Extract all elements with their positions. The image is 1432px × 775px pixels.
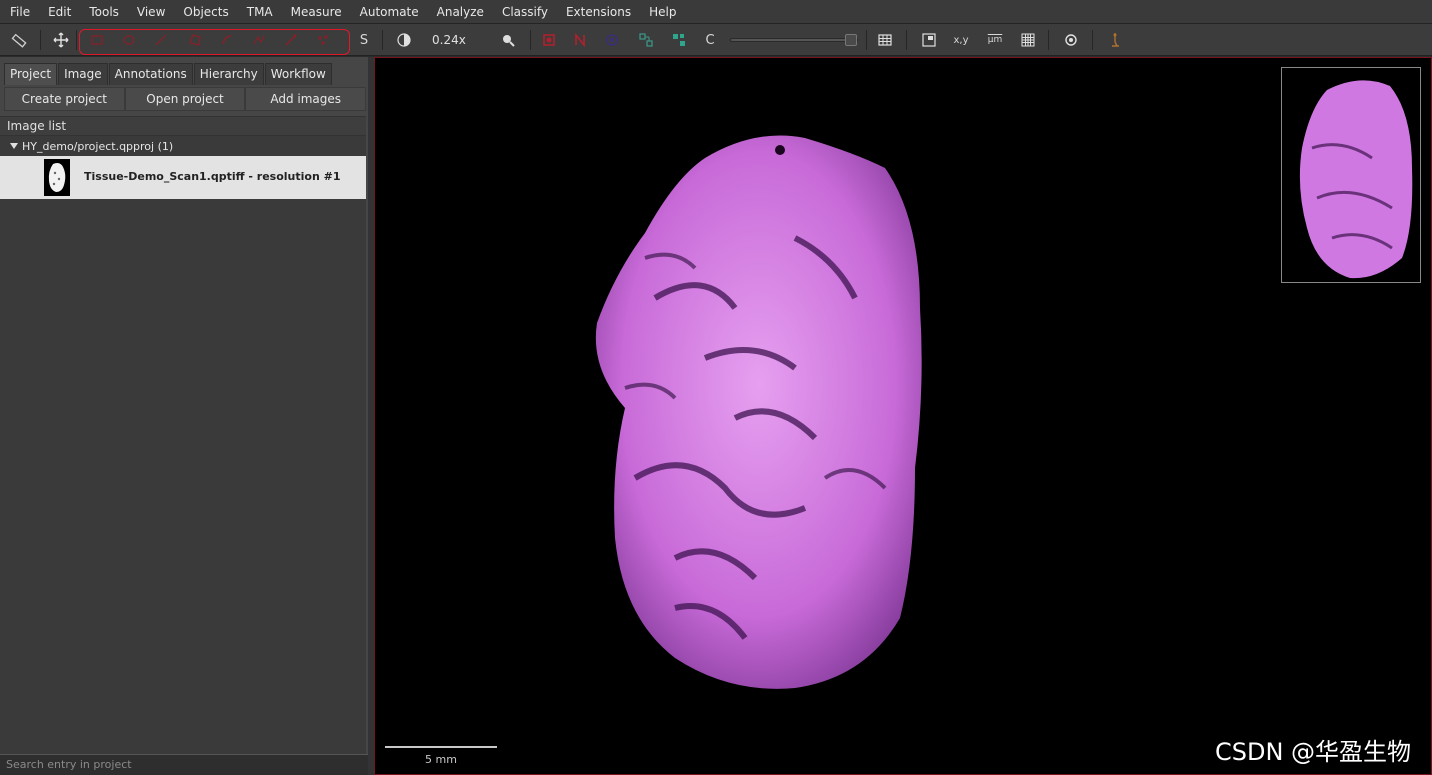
expand-triangle-icon[interactable] bbox=[10, 143, 18, 149]
create-project-button[interactable]: Create project bbox=[4, 87, 125, 111]
rectangle-tool-button[interactable] bbox=[86, 28, 108, 52]
scale-bar bbox=[385, 746, 497, 748]
watermark: CSDN @华盈生物 bbox=[1215, 738, 1412, 766]
tma-icon bbox=[606, 34, 618, 46]
image-list[interactable]: HY_demo/project.qpproj (1) Tissue-Demo_S… bbox=[0, 136, 366, 754]
image-entry-name: Tissue-Demo_Scan1.qptiff - resolution #1 bbox=[84, 170, 341, 183]
menu-file[interactable]: File bbox=[0, 0, 38, 24]
brush-tool-button[interactable] bbox=[216, 28, 238, 52]
project-search-field[interactable]: Search entry in project bbox=[0, 754, 368, 775]
fill-detections-icon bbox=[673, 34, 685, 46]
measure-tool-button[interactable] bbox=[8, 28, 30, 52]
magnifier-icon bbox=[503, 35, 515, 47]
tab-hierarchy[interactable]: Hierarchy bbox=[193, 63, 264, 85]
toolbar: S 0.24x C x,y µm bbox=[0, 24, 1432, 56]
contrast-icon bbox=[397, 33, 411, 47]
polyline-tool-button[interactable] bbox=[248, 28, 270, 52]
ellipse-tool-button[interactable] bbox=[118, 28, 140, 52]
menu-help[interactable]: Help bbox=[639, 0, 684, 24]
microscope-icon bbox=[1112, 33, 1119, 47]
menu-objects[interactable]: Objects bbox=[173, 0, 236, 24]
menu-extensions[interactable]: Extensions bbox=[556, 0, 639, 24]
add-images-button[interactable]: Add images bbox=[245, 87, 367, 111]
menu-measure[interactable]: Measure bbox=[281, 0, 350, 24]
wand-tool-button[interactable] bbox=[280, 28, 302, 52]
menu-edit[interactable]: Edit bbox=[38, 0, 79, 24]
show-names-button[interactable] bbox=[569, 28, 591, 52]
names-icon bbox=[575, 33, 585, 47]
show-overview-button[interactable] bbox=[918, 28, 940, 52]
panel-tabs: Project Image Annotations Hierarchy Work… bbox=[4, 63, 333, 85]
show-detections-button[interactable] bbox=[635, 28, 657, 52]
show-connections-button[interactable]: C bbox=[700, 28, 720, 52]
fill-detections-button[interactable] bbox=[668, 28, 690, 52]
points-icon bbox=[318, 35, 328, 45]
image-list-item[interactable]: Tissue-Demo_Scan1.qptiff - resolution #1 bbox=[0, 156, 366, 199]
ruler-icon bbox=[11, 33, 27, 48]
opacity-slider-thumb[interactable] bbox=[845, 34, 857, 46]
project-button-row: Create project Open project Add images bbox=[4, 87, 367, 111]
table-icon bbox=[878, 34, 892, 46]
left-panel: Project Image Annotations Hierarchy Work… bbox=[0, 57, 370, 775]
rectangle-icon bbox=[91, 35, 103, 45]
move-icon bbox=[53, 32, 69, 48]
show-scalebar-button[interactable]: µm bbox=[984, 28, 1006, 52]
project-tree-node[interactable]: HY_demo/project.qpproj (1) bbox=[0, 138, 366, 156]
polygon-icon bbox=[189, 34, 201, 46]
tab-annotations[interactable]: Annotations bbox=[108, 63, 193, 85]
show-location-button[interactable]: x,y bbox=[948, 28, 974, 52]
menu-automate[interactable]: Automate bbox=[350, 0, 427, 24]
detections-icon bbox=[639, 33, 653, 47]
image-thumbnail bbox=[44, 159, 70, 196]
brush-icon bbox=[222, 35, 232, 45]
show-tma-grid-button[interactable] bbox=[601, 28, 623, 52]
menu-bar: File Edit Tools View Objects TMA Measure… bbox=[0, 0, 1432, 24]
image-list-header: Image list bbox=[0, 116, 366, 136]
tab-project[interactable]: Project bbox=[4, 63, 58, 85]
zoom-to-fit-button[interactable] bbox=[497, 28, 519, 52]
wand-icon bbox=[285, 34, 297, 46]
image-viewer[interactable]: 5 mm CSDN @华盈生物 bbox=[374, 57, 1432, 775]
menu-analyze[interactable]: Analyze bbox=[427, 0, 492, 24]
menu-tools[interactable]: Tools bbox=[79, 0, 127, 24]
polygon-tool-button[interactable] bbox=[184, 28, 206, 52]
tissue-image bbox=[595, 135, 922, 689]
ellipse-icon bbox=[123, 35, 135, 45]
overview-thumbnail[interactable] bbox=[1281, 67, 1421, 283]
scale-bar-label: 5 mm bbox=[425, 753, 457, 766]
zoom-level: 0.24x bbox=[432, 33, 466, 47]
grid-icon bbox=[1021, 33, 1035, 47]
measurement-table-button[interactable] bbox=[874, 28, 896, 52]
menu-tma[interactable]: TMA bbox=[237, 0, 281, 24]
annotations-icon bbox=[543, 34, 555, 46]
polyline-icon bbox=[253, 35, 265, 45]
selection-mode-button[interactable]: S bbox=[354, 28, 374, 52]
gear-icon bbox=[1065, 34, 1077, 46]
tab-image[interactable]: Image bbox=[58, 63, 108, 85]
project-name: HY_demo/project.qpproj (1) bbox=[22, 140, 174, 153]
show-annotations-button[interactable] bbox=[538, 28, 560, 52]
move-tool-button[interactable] bbox=[50, 28, 72, 52]
brightness-contrast-button[interactable] bbox=[394, 28, 414, 52]
tab-workflow[interactable]: Workflow bbox=[264, 63, 332, 85]
log-button[interactable] bbox=[1104, 28, 1126, 52]
preferences-button[interactable] bbox=[1060, 28, 1082, 52]
points-tool-button[interactable] bbox=[312, 28, 334, 52]
line-tool-button[interactable] bbox=[150, 28, 172, 52]
open-project-button[interactable]: Open project bbox=[124, 87, 246, 111]
overview-icon bbox=[922, 33, 936, 47]
show-grid-button[interactable] bbox=[1017, 28, 1039, 52]
opacity-slider[interactable] bbox=[730, 38, 858, 42]
menu-classify[interactable]: Classify bbox=[492, 0, 556, 24]
menu-view[interactable]: View bbox=[127, 0, 173, 24]
line-icon bbox=[155, 34, 167, 46]
